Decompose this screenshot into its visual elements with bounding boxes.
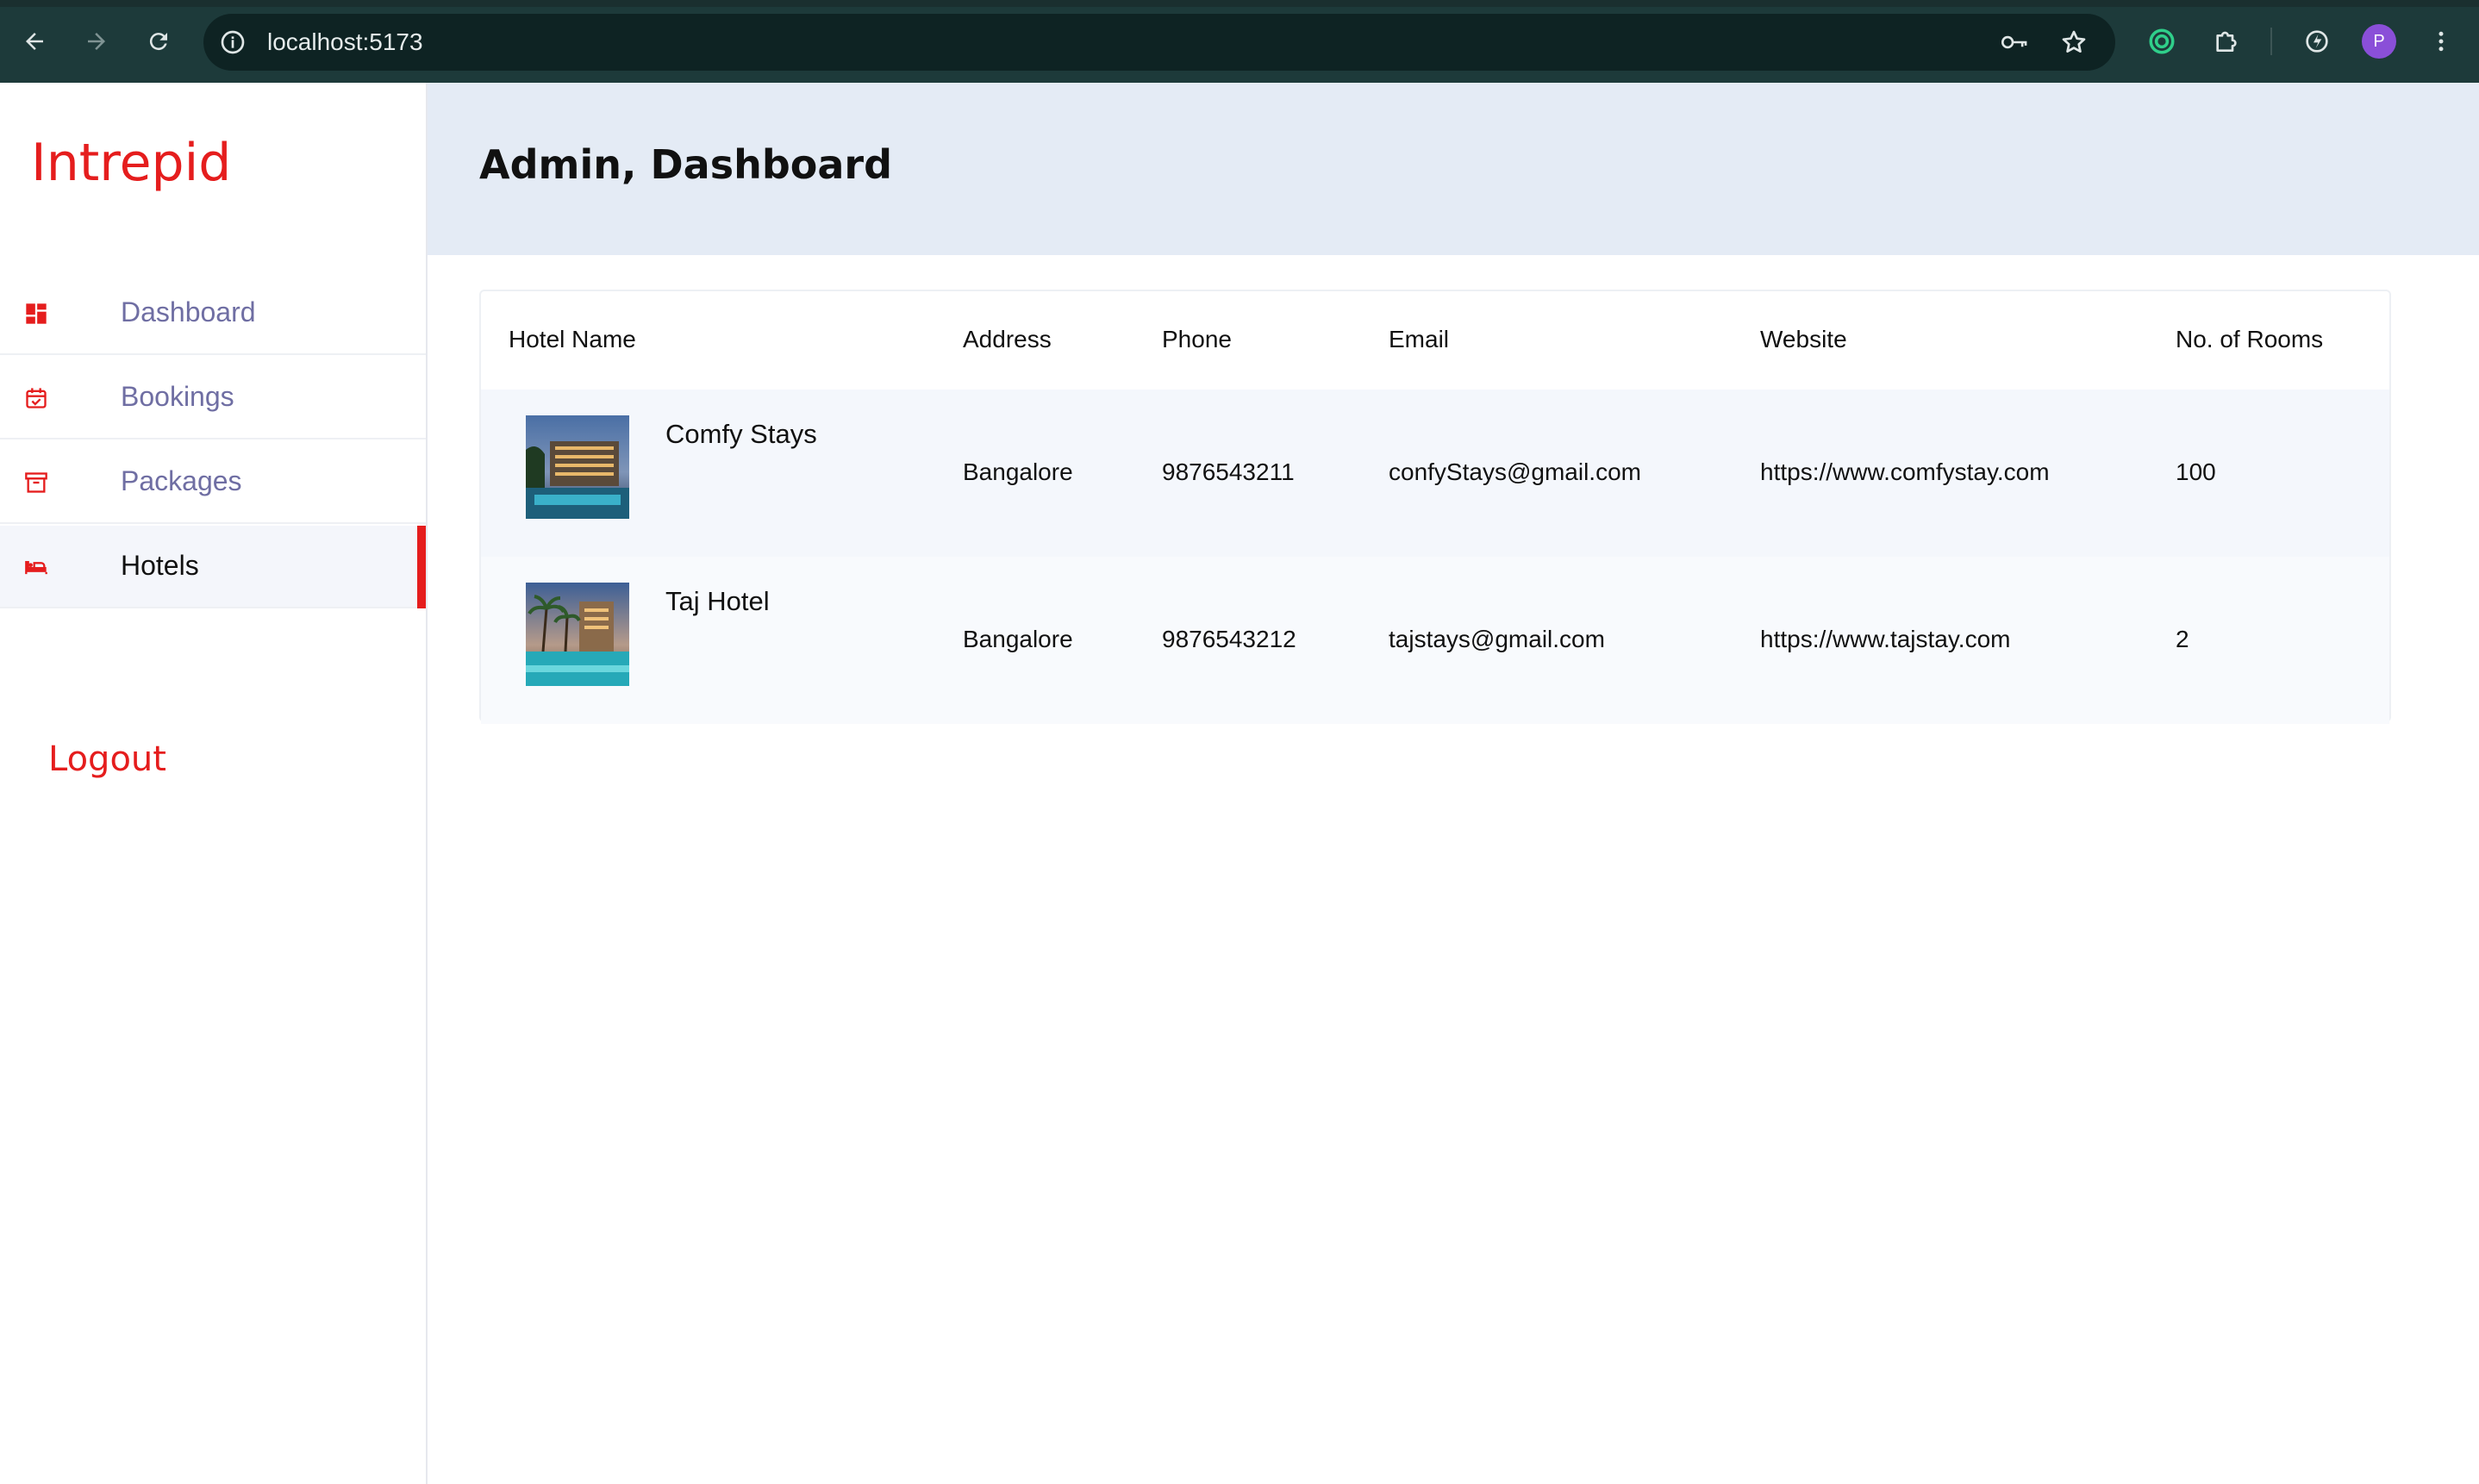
- column-header-hotel-name: Hotel Name: [509, 326, 636, 352]
- page-header: Admin, Dashboard: [428, 83, 2479, 255]
- hotel-website[interactable]: https://www.comfystay.com: [1760, 458, 2050, 486]
- sidebar-item-label: Hotels: [121, 550, 199, 581]
- calendar-icon: [24, 386, 48, 410]
- page-title: Admin, Dashboard: [479, 141, 893, 188]
- hotel-name: Taj Hotel: [665, 586, 770, 616]
- sidebar-item-label: Dashboard: [121, 296, 256, 327]
- hotel-address: Bangalore: [963, 458, 1073, 485]
- hotel-rooms: 2: [2176, 626, 2189, 652]
- sidebar-item-label: Packages: [121, 465, 242, 496]
- sidebar-item-bookings[interactable]: Bookings: [0, 357, 426, 440]
- star-icon[interactable]: [2060, 28, 2088, 56]
- column-header-address: Address: [963, 326, 1052, 352]
- hotel-address: Bangalore: [963, 626, 1073, 652]
- dashboard-icon: [24, 302, 48, 326]
- url-text[interactable]: localhost:5173: [267, 28, 423, 57]
- sidebar-item-hotels[interactable]: Hotels: [0, 526, 426, 608]
- hotel-email: tajstays@gmail.com: [1389, 626, 1605, 652]
- address-bar[interactable]: localhost:5173: [203, 14, 2115, 71]
- hotel-thumbnail: [526, 415, 629, 519]
- hotel-rooms: 100: [2176, 458, 2216, 485]
- hotel-website[interactable]: https://www.tajstay.com: [1760, 626, 2010, 653]
- hotel-phone: 9876543212: [1162, 626, 1296, 652]
- column-header-rooms: No. of Rooms: [2176, 326, 2324, 352]
- active-indicator: [417, 526, 426, 608]
- bed-icon: [24, 555, 48, 579]
- column-header-phone: Phone: [1162, 326, 1232, 352]
- profile-avatar[interactable]: P: [2362, 24, 2396, 59]
- extension-ring-icon[interactable]: [2145, 24, 2179, 59]
- hotels-table: Hotel Name Address Phone Email Website N…: [479, 290, 2391, 724]
- hotel-thumbnail: [526, 583, 629, 686]
- reload-icon[interactable]: [141, 24, 176, 59]
- sidebar: Intrepid Dashboard Bookings Packages Hot…: [0, 83, 428, 1484]
- sidebar-item-packages[interactable]: Packages: [0, 441, 426, 524]
- hotel-email: confyStays@gmail.com: [1389, 458, 1641, 485]
- browser-toolbar: localhost:5173 P: [0, 0, 2479, 83]
- tab-strip-edge: [0, 0, 2479, 7]
- sidebar-item-label: Bookings: [121, 381, 234, 412]
- sidebar-item-dashboard[interactable]: Dashboard: [0, 272, 426, 355]
- puzzle-icon[interactable]: [2208, 24, 2243, 59]
- table-row[interactable]: Taj Hotel Bangalore 9876543212 tajstays@…: [481, 557, 2389, 724]
- back-icon[interactable]: [17, 24, 52, 59]
- key-icon[interactable]: [2000, 28, 2027, 56]
- column-header-website: Website: [1760, 326, 1847, 352]
- brand-logo[interactable]: Intrepid: [31, 133, 231, 193]
- toolbar-divider: [2270, 28, 2272, 55]
- menu-dots-icon[interactable]: [2424, 24, 2458, 59]
- forward-icon[interactable]: [79, 24, 114, 59]
- hotel-phone: 9876543211: [1162, 458, 1295, 485]
- table-row[interactable]: Comfy Stays Bangalore 9876543211 confySt…: [481, 390, 2389, 557]
- hotel-name: Comfy Stays: [665, 419, 817, 449]
- column-header-email: Email: [1389, 326, 1450, 352]
- sync-icon[interactable]: [2300, 24, 2334, 59]
- logout-button[interactable]: Logout: [48, 739, 166, 779]
- archive-icon: [24, 471, 48, 495]
- info-icon[interactable]: [219, 28, 247, 56]
